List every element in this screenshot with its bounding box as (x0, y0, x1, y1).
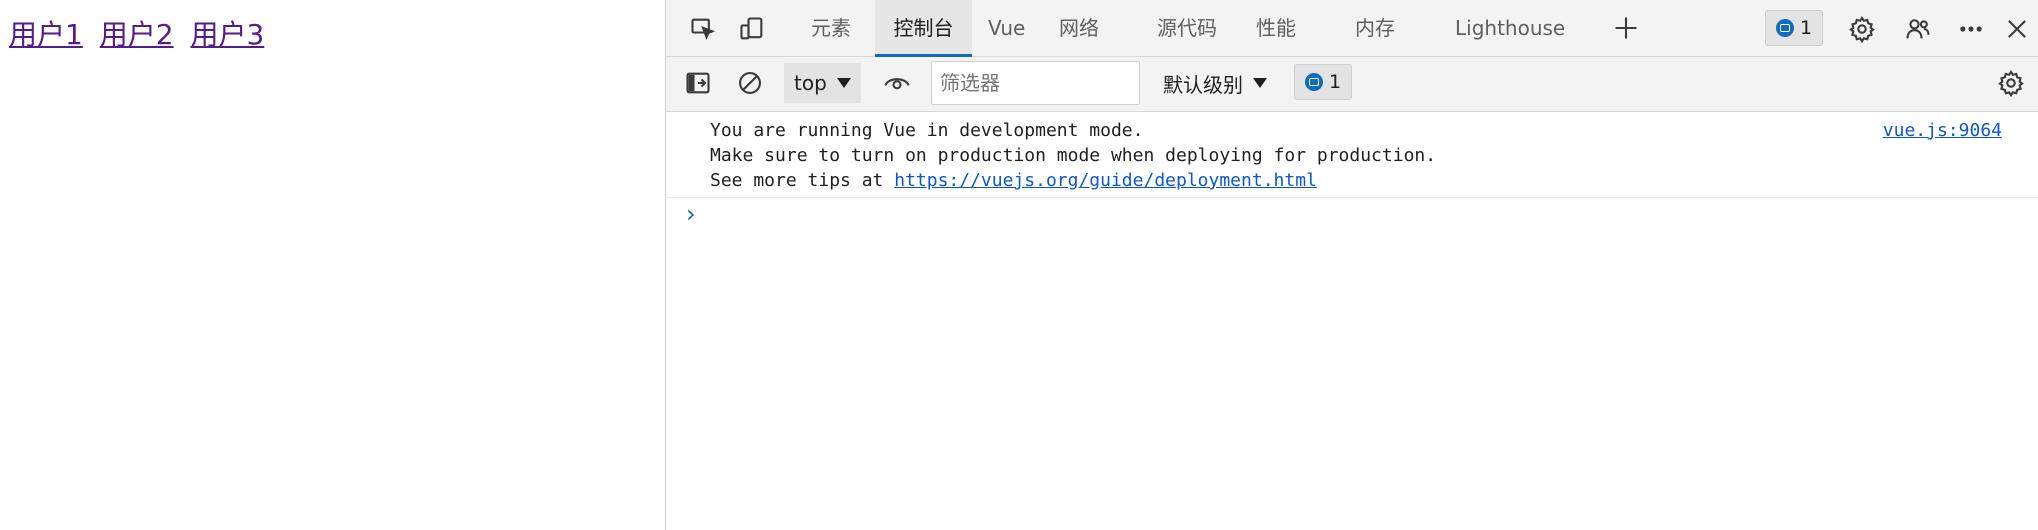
console-settings-icon[interactable] (1991, 63, 2031, 103)
context-label: top (794, 71, 827, 95)
devtools-tab-bar: 元素 控制台 Vue 网络 源代码 性能 内存 Lighthouse 1 (666, 0, 2038, 57)
rendered-page: 用户1 用户2 用户3 (0, 0, 665, 530)
more-icon[interactable] (1951, 9, 1991, 49)
issues-badge[interactable]: 1 (1765, 10, 1824, 46)
filter-input[interactable] (931, 61, 1140, 105)
user-link-1[interactable]: 用户1 (9, 18, 83, 51)
console-line-3-prefix: See more tips at (710, 170, 895, 191)
tab-console[interactable]: 控制台 (875, 0, 972, 57)
chevron-right-icon[interactable]: › (686, 200, 696, 228)
message-icon (1305, 73, 1323, 91)
inspect-icon[interactable] (683, 9, 723, 49)
clear-console-icon[interactable] (730, 63, 770, 103)
console-message: You are running Vue in development mode.… (666, 112, 2038, 198)
console-line-3: See more tips at https://vuejs.org/guide… (710, 170, 1317, 191)
tab-vue[interactable]: Vue (988, 0, 1038, 57)
tab-memory[interactable]: 内存 (1355, 0, 1415, 57)
add-tab-icon[interactable] (1606, 8, 1646, 48)
device-toolbar-icon[interactable] (732, 9, 772, 49)
console-toolbar: top 默认级别 1 (666, 57, 2038, 112)
console-issues-count: 1 (1329, 71, 1342, 93)
people-icon[interactable] (1898, 9, 1938, 49)
console-output: You are running Vue in development mode.… (666, 112, 2038, 530)
tab-sources[interactable]: 源代码 (1157, 0, 1237, 57)
user-link-3[interactable]: 用户3 (190, 18, 264, 51)
console-line-2: Make sure to turn on production mode whe… (710, 145, 1437, 166)
dropdown-arrow-icon (836, 78, 851, 88)
dropdown-arrow-icon (1253, 78, 1267, 88)
tab-elements[interactable]: 元素 (811, 0, 871, 57)
log-level-label: 默认级别 (1163, 72, 1243, 97)
tab-network[interactable]: 网络 (1059, 0, 1119, 57)
tab-lighthouse[interactable]: Lighthouse (1455, 0, 1575, 57)
settings-icon[interactable] (1842, 9, 1882, 49)
user-link-2[interactable]: 用户2 (100, 18, 174, 51)
devtools-panel: 元素 控制台 Vue 网络 源代码 性能 内存 Lighthouse 1 top… (665, 0, 2038, 530)
message-icon (1776, 19, 1794, 37)
live-expression-icon[interactable] (877, 63, 917, 103)
log-level-selector[interactable]: 默认级别 (1153, 63, 1277, 103)
deployment-guide-link[interactable]: https://vuejs.org/guide/deployment.html (894, 170, 1317, 191)
console-issues-badge[interactable]: 1 (1294, 64, 1353, 100)
tab-performance[interactable]: 性能 (1256, 0, 1316, 57)
context-selector[interactable]: top (784, 63, 861, 103)
user-links: 用户1 用户2 用户3 (9, 13, 272, 53)
close-icon[interactable] (1997, 9, 2037, 49)
console-line-1: You are running Vue in development mode. (710, 120, 1144, 141)
sidebar-toggle-icon[interactable] (678, 63, 718, 103)
source-location-link[interactable]: vue.js:9064 (1883, 120, 2002, 141)
issues-count: 1 (1800, 17, 1813, 39)
